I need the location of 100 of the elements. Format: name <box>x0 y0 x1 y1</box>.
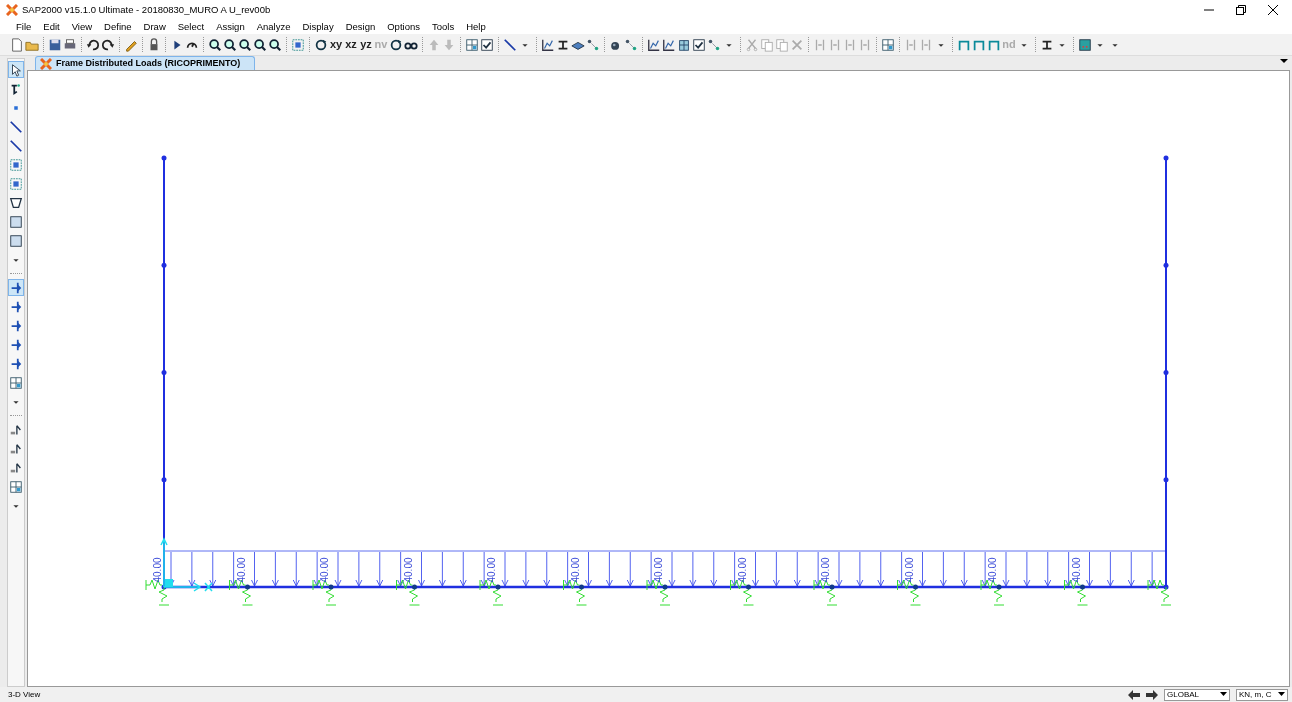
load-arrow <box>355 551 363 587</box>
zoom-icon[interactable] <box>238 36 252 53</box>
load-arrow <box>188 551 196 587</box>
load-arrow <box>501 551 509 587</box>
load-arrow <box>1127 551 1135 587</box>
joint-dot <box>746 584 751 590</box>
square-icon[interactable] <box>8 213 24 230</box>
load-value-label: 40.00 <box>736 557 748 583</box>
load-arrow <box>459 551 467 587</box>
menu-item[interactable]: Display <box>302 19 334 35</box>
joint-dot <box>1080 584 1085 590</box>
view-button[interactable]: xy <box>329 36 343 53</box>
grid-icon[interactable] <box>8 374 24 391</box>
joint-dot <box>161 584 167 590</box>
restore-icon[interactable] <box>1236 5 1246 15</box>
caret-icon[interactable] <box>1278 692 1285 697</box>
menu-item[interactable]: Options <box>387 19 420 35</box>
load-arrow <box>689 551 697 587</box>
load-arrow <box>710 551 718 587</box>
frame-select-icon[interactable] <box>291 36 305 53</box>
line-icon[interactable] <box>503 36 517 53</box>
load-arrow <box>668 551 676 587</box>
line-icon[interactable] <box>8 137 24 154</box>
menu-item[interactable]: Draw <box>143 19 166 35</box>
forward-arrow-icon[interactable] <box>1146 689 1158 700</box>
grid-icon[interactable] <box>881 36 895 53</box>
load-arrow <box>585 551 592 587</box>
line-icon[interactable] <box>8 118 24 135</box>
load-arrow <box>251 551 258 587</box>
load-arrow <box>981 551 989 587</box>
joint-dot <box>913 584 918 590</box>
load-value-label: 40.00 <box>903 557 915 583</box>
axes-icon <box>160 537 213 592</box>
load-value-label: 40.00 <box>653 557 664 583</box>
load-arrow <box>939 551 947 587</box>
view-button[interactable]: yz <box>359 36 373 53</box>
zoom-icon[interactable] <box>268 36 282 53</box>
load-value-label: 40.00 <box>820 557 831 583</box>
menu-item[interactable]: Design <box>345 19 376 35</box>
window-title: SAP2000 v15.1.0 Ultimate - 20180830_MURO A U_rev00b <box>22 2 271 17</box>
menu-item[interactable]: Help <box>466 19 486 35</box>
zoom-icon[interactable] <box>208 36 222 53</box>
joint-dot <box>161 370 167 375</box>
load-arrow <box>1106 551 1114 587</box>
menu-item[interactable]: File <box>16 19 32 35</box>
menu-item[interactable]: Edit <box>43 19 60 35</box>
joint-dot <box>161 262 167 268</box>
back-arrow-icon[interactable] <box>1128 689 1140 700</box>
document-icon[interactable] <box>10 36 24 53</box>
menu-item[interactable]: Define <box>104 19 132 35</box>
menu-item[interactable]: Assign <box>216 19 245 35</box>
square-icon[interactable] <box>8 232 24 249</box>
load-arrow <box>898 551 906 587</box>
joint-dot <box>328 584 334 590</box>
frame-select-icon[interactable] <box>8 156 24 173</box>
load-arrow <box>626 551 634 587</box>
coordinate-system-dropdown[interactable]: GLOBAL <box>1164 688 1230 701</box>
joint-dot <box>996 584 1002 590</box>
menu-item[interactable]: Tools <box>431 19 455 35</box>
menu-item[interactable]: Select <box>177 19 205 35</box>
restraint-icon[interactable] <box>8 279 24 296</box>
caret-icon[interactable] <box>1220 692 1227 697</box>
load-value-label: 40.00 <box>152 557 163 583</box>
load-arrow <box>543 551 551 587</box>
menu-item[interactable]: Analyze <box>256 19 291 35</box>
load-arrow <box>1044 551 1052 587</box>
joint-dot <box>412 584 417 590</box>
zoom-icon[interactable] <box>223 36 237 53</box>
units-dropdown[interactable]: KN, m, C <box>1236 688 1288 701</box>
checkbox-icon[interactable] <box>480 36 494 53</box>
zoom-icon[interactable] <box>253 36 267 53</box>
spring-support-icon <box>1147 579 1172 606</box>
load-arrow <box>731 551 739 587</box>
frame-select-icon[interactable] <box>8 175 24 192</box>
menu-item[interactable]: View <box>71 19 93 35</box>
load-arrow <box>835 551 843 587</box>
joint-dot <box>495 584 501 590</box>
color-box-icon[interactable] <box>1078 36 1092 53</box>
load-arrow <box>334 551 342 587</box>
load-arrow <box>438 551 446 587</box>
pointer-icon[interactable] <box>8 61 24 78</box>
load-arrow <box>752 551 759 587</box>
load-arrow <box>856 551 864 587</box>
joint-dot <box>1163 155 1169 161</box>
load-value-label: 40.00 <box>319 557 330 583</box>
joint-dot <box>829 584 835 590</box>
view-tab[interactable]: Frame Distributed Loads (RICOPRIMENTO) <box>35 56 256 70</box>
load-value-label: 40.00 <box>235 557 247 583</box>
grid-icon[interactable] <box>465 36 479 53</box>
caret-icon[interactable] <box>1280 58 1288 64</box>
load-arrow <box>605 551 613 587</box>
load-value-label: 40.00 <box>987 557 998 583</box>
grid-icon[interactable] <box>8 478 24 495</box>
load-arrow <box>793 551 801 587</box>
load-arrow <box>230 551 238 587</box>
tab-logo-icon <box>40 57 52 70</box>
view-button[interactable]: xz <box>344 36 358 53</box>
checkbox-icon[interactable] <box>692 36 706 53</box>
close-icon[interactable] <box>1268 5 1278 15</box>
load-arrow <box>1065 551 1073 587</box>
